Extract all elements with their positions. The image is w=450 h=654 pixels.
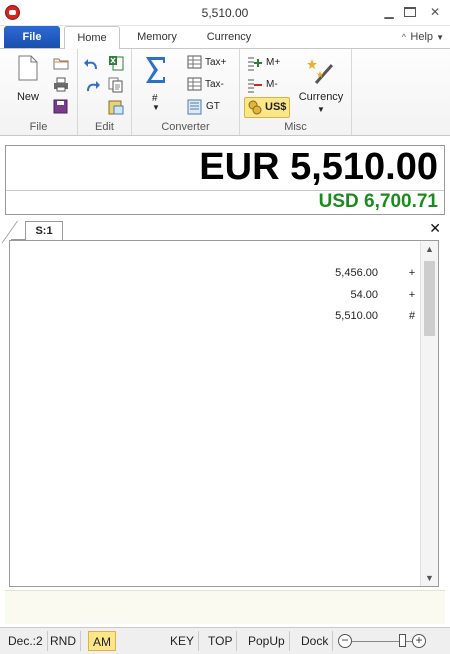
tax-plus-button[interactable]: Tax+	[205, 57, 226, 68]
print-icon[interactable]	[53, 77, 69, 92]
ribbon-group-converter: # ▼ Tax+ Tax- GT Converter	[132, 49, 240, 135]
ribbon-group-misc: M+ M- US$ Currency ▼ Misc	[240, 49, 352, 135]
tape-scrollbar[interactable]: ▲ ▼	[420, 241, 438, 586]
close-tab-icon[interactable]: ✕	[429, 220, 441, 237]
currency-wand-icon[interactable]	[306, 55, 336, 85]
tape-row-operator: +	[408, 289, 416, 301]
status-decimals[interactable]: Dec.:2	[4, 631, 48, 651]
copy-icon[interactable]	[108, 77, 124, 93]
chevron-down-icon: ▼	[436, 33, 444, 42]
tape-row[interactable]: 5,510.00 #	[10, 310, 418, 331]
memory-plus-icon[interactable]	[246, 55, 264, 71]
tax-plus-icon[interactable]	[187, 55, 203, 69]
tape-row[interactable]: 5,456.00 +	[10, 267, 418, 288]
group-label-misc: Misc	[284, 121, 307, 133]
scroll-down-icon[interactable]: ▼	[421, 570, 438, 586]
collapse-ribbon-icon[interactable]: ^	[402, 26, 406, 48]
display-converted-value: USD 6,700.71	[318, 191, 438, 212]
excel-export-icon[interactable]	[108, 55, 124, 71]
save-icon[interactable]	[53, 99, 68, 114]
tape-row[interactable]: 54.00 +	[10, 289, 418, 310]
result-display: EUR 5,510.00 USD 6,700.71	[5, 145, 445, 215]
calculation-tape[interactable]: 5,456.00 + 54.00 + 5,510.00 # ▲ ▼	[9, 240, 439, 587]
tape-row-operator: +	[408, 267, 416, 279]
paste-icon[interactable]	[108, 99, 124, 115]
status-popup[interactable]: PopUp	[244, 631, 290, 651]
scrollbar-thumb[interactable]	[424, 261, 435, 336]
ribbon-tab-row: File Home Memory Currency ^ Help ▼	[0, 26, 450, 49]
open-folder-icon[interactable]	[53, 56, 69, 70]
sigma-sum-icon[interactable]	[144, 55, 168, 85]
file-tab[interactable]: File	[4, 26, 60, 48]
status-am[interactable]: AM	[88, 631, 116, 651]
status-key[interactable]: KEY	[166, 631, 200, 651]
restore-icon[interactable]	[404, 7, 416, 17]
tax-minus-button[interactable]: Tax-	[205, 79, 224, 90]
tax-minus-icon[interactable]	[187, 77, 203, 91]
new-document-icon[interactable]	[18, 55, 38, 81]
group-label-converter: Converter	[161, 121, 210, 133]
tab-memory[interactable]: Memory	[126, 26, 188, 48]
coins-icon	[248, 100, 262, 115]
status-bar: Dec.:2 RND AM KEY TOP PopUp Dock − +	[0, 627, 450, 654]
title-bar: 5,510.00 ▁ ✕	[0, 0, 450, 26]
tab-s1[interactable]: S:1	[25, 221, 63, 240]
tab-home[interactable]: Home	[64, 26, 120, 49]
ribbon-group-edit: Edit	[78, 49, 132, 135]
grand-total-icon[interactable]	[187, 99, 203, 115]
chevron-down-icon[interactable]: ▼	[152, 103, 160, 112]
tape-row-value: 54.00	[350, 289, 378, 301]
help-label: Help	[410, 31, 434, 43]
new-button[interactable]: New	[8, 91, 48, 103]
tape-row-operator: #	[408, 310, 416, 322]
ribbon-group-file: New File	[0, 49, 78, 135]
input-band	[5, 590, 445, 624]
tape-tab-strip: S:1 ✕	[5, 219, 445, 240]
close-icon[interactable]: ✕	[428, 6, 442, 19]
group-label-file: File	[29, 121, 48, 133]
minimize-icon[interactable]: ▁	[382, 6, 396, 19]
gt-button[interactable]: GT	[206, 101, 220, 112]
m-minus-button[interactable]: M-	[266, 79, 278, 90]
zoom-in-icon[interactable]: +	[412, 634, 426, 648]
scroll-up-icon[interactable]: ▲	[421, 241, 438, 257]
tab-currency[interactable]: Currency	[196, 26, 262, 48]
m-plus-button[interactable]: M+	[266, 57, 280, 68]
group-label-edit: Edit	[95, 121, 114, 133]
us-dollar-button[interactable]: US$	[244, 97, 290, 118]
tape-row-value: 5,510.00	[335, 310, 378, 322]
memory-minus-icon[interactable]	[246, 77, 264, 93]
undo-icon[interactable]	[84, 57, 100, 71]
status-rnd[interactable]: RND	[46, 631, 81, 651]
us-dollar-label: US$	[265, 101, 287, 113]
currency-button[interactable]: Currency	[292, 91, 350, 103]
ribbon: New File Edit # ▼ Tax+ Tax- GT Converter…	[0, 48, 450, 136]
status-top[interactable]: TOP	[204, 631, 238, 651]
zoom-slider-thumb[interactable]	[399, 634, 406, 647]
status-dock[interactable]: Dock	[297, 631, 334, 651]
zoom-out-icon[interactable]: −	[338, 634, 352, 648]
tape-row-value: 5,456.00	[335, 267, 378, 279]
redo-icon[interactable]	[84, 79, 100, 93]
help-menu[interactable]: Help ▼	[410, 26, 444, 48]
chevron-down-icon[interactable]: ▼	[317, 105, 325, 114]
display-main-value: EUR 5,510.00	[199, 146, 438, 188]
